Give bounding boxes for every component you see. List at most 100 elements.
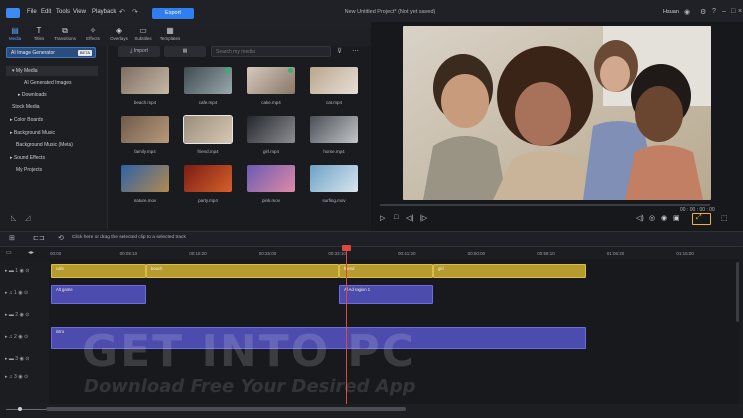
stop-icon[interactable]: □ <box>394 214 398 221</box>
settings-icon[interactable]: ▣ <box>673 214 680 222</box>
menu-view[interactable]: View <box>73 9 86 15</box>
track-header-audio-1[interactable]: ▸ ♫ 1 ◉ ⊙ <box>5 290 28 296</box>
track-header-video-2[interactable]: ▸ ▬ 2 ◉ ⊙ <box>5 312 29 318</box>
snap-icon[interactable]: ◂▸ <box>28 249 34 256</box>
folder-icon: ▤ <box>11 26 19 35</box>
tab-templates[interactable]: ▦ Templates <box>157 26 183 46</box>
more-icon[interactable]: ⋯ <box>352 47 359 55</box>
ruler-tick-label: 00:33:10 <box>328 251 346 256</box>
preview-scrubber[interactable] <box>380 204 710 206</box>
media-filename: party.mp4 <box>198 198 218 203</box>
media-thumbnail[interactable] <box>310 67 358 94</box>
delete-folder-icon[interactable]: ◿ <box>25 214 30 222</box>
tab-media[interactable]: ▤ Media <box>2 26 28 46</box>
track-header-video-1[interactable]: ▸ ▬ 1 ◉ ⊙ <box>5 268 29 274</box>
sidebar-item-sound-effects[interactable]: ▸ Sound Effects <box>10 155 45 161</box>
add-folder-icon[interactable]: ◺ <box>11 214 16 222</box>
menu-tools[interactable]: Tools <box>56 9 70 15</box>
avatar-icon[interactable]: ◉ <box>684 8 690 16</box>
audio-clip[interactable]: Al Ad ragion 1 <box>339 285 433 304</box>
tab-subtitles[interactable]: ▭ Subtitles <box>130 26 156 46</box>
sidebar-item-color-boards[interactable]: ▸ Color Boards <box>10 117 43 123</box>
media-thumbnail[interactable] <box>247 116 295 143</box>
quality-icon[interactable]: ◉ <box>661 214 667 222</box>
media-thumbnail[interactable] <box>121 116 169 143</box>
track-header-audio-2[interactable]: ▸ ♫ 2 ◉ ⊙ <box>5 334 28 340</box>
tab-overlays[interactable]: ◈ Overlays <box>106 26 132 46</box>
track-header-video-3[interactable]: ▸ ▬ 3 ◉ ⊙ <box>5 356 29 362</box>
filter-icon[interactable]: ⊽ <box>337 47 342 55</box>
track-header-audio-3[interactable]: ▸ ♫ 3 ◉ ⊙ <box>5 374 28 380</box>
minimize-icon[interactable]: – <box>722 8 726 15</box>
sidebar-item-ai-generated[interactable]: AI Generated Images <box>24 80 72 86</box>
snapshot-icon[interactable]: ◎ <box>649 214 655 222</box>
media-filename: surfing.mov <box>322 198 346 203</box>
help-icon[interactable]: ? <box>712 8 716 15</box>
export-button[interactable]: Export <box>152 8 194 19</box>
zoom-slider-knob[interactable] <box>18 407 22 411</box>
rotate-icon[interactable]: ⟲ <box>58 234 64 242</box>
tab-effects[interactable]: ✧ Effects <box>80 26 106 46</box>
ruler-tick-label: 00:00 <box>50 251 62 256</box>
video-clip[interactable]: cafe <box>51 264 146 278</box>
ruler-tick-label: 00:58:10 <box>537 251 555 256</box>
timeline-hint: Click here or drag the selected clip to … <box>72 235 186 240</box>
media-thumbnail[interactable] <box>121 165 169 192</box>
beta-badge: BETA <box>77 50 92 56</box>
subtitle-icon: ▭ <box>139 26 147 35</box>
sidebar-item-my-projects[interactable]: My Projects <box>16 167 42 173</box>
video-clip[interactable]: friend <box>339 264 433 278</box>
media-thumbnail[interactable] <box>183 115 233 144</box>
template-icon: ▦ <box>166 26 174 35</box>
media-filename: cat.mp4 <box>325 100 342 105</box>
media-thumbnail[interactable] <box>310 116 358 143</box>
video-clip[interactable]: girl <box>433 264 586 278</box>
tab-transitions[interactable]: ⧉ Transitions <box>52 26 78 46</box>
menu-edit[interactable]: Edit <box>41 9 51 15</box>
playhead-handle[interactable] <box>342 245 351 251</box>
previous-frame-icon[interactable]: ◁| <box>406 214 413 222</box>
close-icon[interactable]: × <box>738 8 742 15</box>
volume-icon[interactable]: ◁) <box>636 214 644 222</box>
project-title: New Untitled Project* (Not yet saved) <box>344 9 436 15</box>
user-name[interactable]: Hsuan <box>663 9 679 15</box>
view-toggle-button[interactable]: ▦ <box>164 46 206 57</box>
horizontal-scrollbar[interactable] <box>46 407 406 411</box>
media-thumbnail[interactable] <box>247 165 295 192</box>
track-headers <box>0 259 50 404</box>
play-icon[interactable]: ▷ <box>380 214 385 222</box>
split-icon[interactable]: ⊏⊐ <box>33 234 45 242</box>
track-manager-icon[interactable]: ⊞ <box>9 234 15 242</box>
ruler-tick-label: 00:16:20 <box>189 251 207 256</box>
timeline-view-icon[interactable]: ▭ <box>6 249 12 256</box>
audio-track-icon: ♫ <box>8 374 13 380</box>
maximize-icon[interactable]: □ <box>731 8 735 15</box>
sidebar-item-my-media[interactable]: ▾ My Media <box>6 66 98 76</box>
redo-icon[interactable]: ↷ <box>132 8 138 16</box>
import-button[interactable]: ⤓ Import <box>118 46 160 57</box>
search-input[interactable] <box>211 46 331 57</box>
zoom-slider[interactable] <box>6 409 46 410</box>
gear-icon[interactable]: ⚙ <box>700 8 706 16</box>
in-use-check-icon <box>288 68 293 73</box>
menu-file[interactable]: File <box>27 9 37 15</box>
sidebar-item-stock-media[interactable]: Stock Media <box>12 104 40 110</box>
fullscreen-icon[interactable]: ⬚ <box>721 214 728 222</box>
preview-video-frame <box>403 26 711 200</box>
sidebar-item-downloads[interactable]: ▸ Downloads <box>18 92 47 98</box>
next-frame-icon[interactable]: |▷ <box>420 214 427 222</box>
tab-titles[interactable]: T Titles <box>26 26 52 46</box>
media-thumbnail[interactable] <box>310 165 358 192</box>
menu-playback[interactable]: Playback <box>92 9 116 15</box>
vertical-scrollbar[interactable] <box>736 262 739 322</box>
ai-image-generator-button[interactable]: AI Image Generator BETA <box>6 47 96 58</box>
sidebar-item-background-music-meta[interactable]: Background Music (Meta) <box>16 142 73 148</box>
media-thumbnail[interactable] <box>121 67 169 94</box>
sidebar-item-background-music[interactable]: ▸ Background Music <box>10 130 55 136</box>
media-thumbnail[interactable] <box>184 165 232 192</box>
video-clip[interactable]: beach <box>146 264 339 278</box>
undo-icon[interactable]: ↶ <box>119 8 125 16</box>
audio-clip[interactable]: Alt game <box>51 285 146 304</box>
timeline-ruler[interactable] <box>49 247 739 259</box>
in-use-check-icon <box>225 68 230 73</box>
